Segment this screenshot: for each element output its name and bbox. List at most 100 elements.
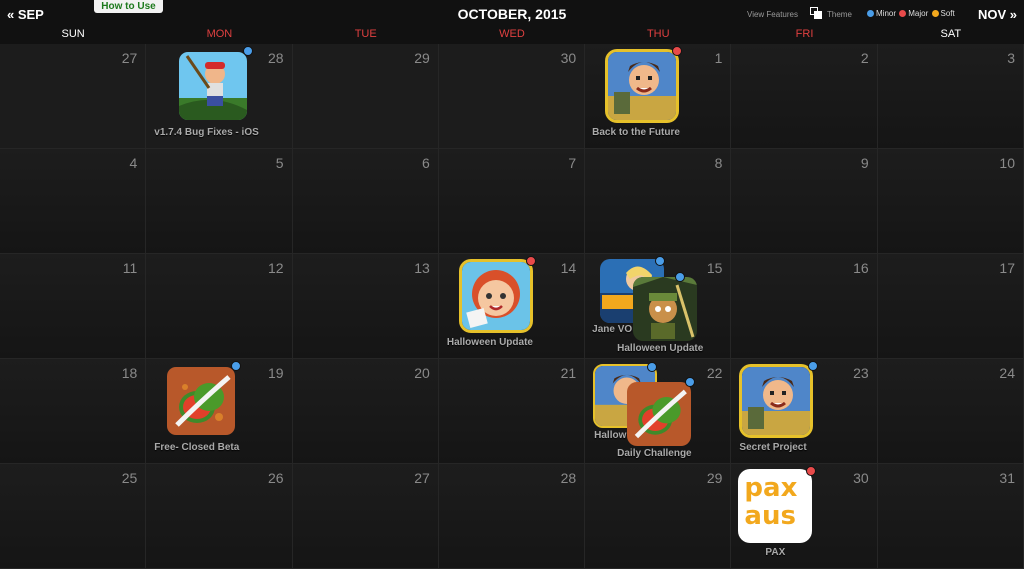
day-cell[interactable]: 7 xyxy=(438,149,586,254)
day-cell[interactable]: 25 xyxy=(0,464,147,569)
day-cell[interactable]: 8 xyxy=(585,149,732,254)
girl-character-app-icon xyxy=(458,259,533,333)
minor-dot-icon xyxy=(867,10,874,17)
day-number: 27 xyxy=(121,50,138,66)
day-cell[interactable]: 16 xyxy=(731,254,878,359)
event-back-to-the-future[interactable]: Back to the Future xyxy=(585,44,731,148)
fruit-ninja-app-icon xyxy=(627,382,692,446)
day-cell[interactable]: 12 xyxy=(146,254,293,359)
major-dot-icon xyxy=(899,10,907,17)
event-free-closed-beta[interactable]: Free- Closed Beta xyxy=(146,359,292,463)
day-cell[interactable]: 21 xyxy=(438,359,586,464)
day-cell[interactable]: 28 xyxy=(438,464,586,569)
day-cell[interactable]: 18 xyxy=(0,359,147,464)
prev-month-link[interactable]: « SEP xyxy=(7,7,44,22)
day-number: 6 xyxy=(422,155,430,171)
day-number: 29 xyxy=(706,470,723,486)
day-number: 31 xyxy=(999,470,1015,486)
pax-aus-logo-icon: pax aus xyxy=(738,469,813,543)
day-number: 24 xyxy=(999,365,1015,381)
event-label: Free- Closed Beta xyxy=(154,442,240,453)
event-label: Secret Project xyxy=(739,442,807,453)
day-cell[interactable]: 6 xyxy=(292,149,439,254)
day-cell[interactable]: 24 xyxy=(877,359,1024,464)
jetpack-joyride-app-icon xyxy=(605,49,680,123)
day-cell[interactable]: 2 xyxy=(731,44,878,149)
day-cell[interactable]: 27 xyxy=(292,464,439,569)
event-label: PAX xyxy=(765,547,786,558)
event-halloween-update[interactable]: Halloween Update xyxy=(615,269,731,358)
day-number: 25 xyxy=(121,470,138,486)
day-cell[interactable]: 31 xyxy=(877,464,1024,569)
soft-dot-icon xyxy=(931,10,939,17)
day-cell[interactable]: 10 xyxy=(877,149,1024,254)
day-cell[interactable]: 29 xyxy=(585,464,732,569)
day-cell[interactable]: 26 xyxy=(146,464,293,569)
day-number: 26 xyxy=(267,470,284,486)
day-cell[interactable]: 1 Back to the Future xyxy=(585,44,732,149)
calendar-header: « SEP How to Use OCTOBER, 2015 View Feat… xyxy=(0,0,1024,28)
legend-soft: Soft xyxy=(940,9,955,18)
day-cell[interactable]: 23 Secret Project xyxy=(731,359,878,464)
pax-logo-text-bottom: aus xyxy=(744,501,796,531)
day-cell[interactable]: 20 xyxy=(292,359,439,464)
day-cell[interactable]: 4 xyxy=(0,149,147,254)
weekday-tue: TUE xyxy=(354,28,377,40)
day-cell[interactable]: 13 xyxy=(292,254,439,359)
event-label: Halloween Update xyxy=(617,343,704,354)
day-number: 30 xyxy=(560,50,577,66)
event-label: v1.7.4 Bug Fixes - iOS xyxy=(154,127,259,138)
day-cell[interactable]: 28 v1.7.4 Bug Fixes - iOS xyxy=(146,44,293,149)
day-cell[interactable]: 29 xyxy=(292,44,439,149)
event-bug-fixes[interactable]: v1.7.4 Bug Fixes - iOS xyxy=(146,44,292,148)
day-number: 27 xyxy=(414,470,430,486)
legend: Minor Major Soft xyxy=(866,9,955,18)
view-features-link[interactable]: View Features xyxy=(747,10,798,19)
day-cell[interactable]: 15 Jane VO Halloween Update xyxy=(585,254,732,359)
pitfall-app-icon xyxy=(176,49,250,123)
day-number: 29 xyxy=(414,50,430,66)
theme-icon xyxy=(810,7,822,19)
day-cell[interactable]: 30 xyxy=(438,44,586,149)
legend-major: Major xyxy=(908,9,929,18)
weekday-sun: SUN xyxy=(61,28,85,40)
major-marker-icon xyxy=(806,466,817,476)
jetpack-joyride-app-icon xyxy=(739,364,814,438)
day-number: 9 xyxy=(860,155,869,171)
event-halloween-update[interactable]: Halloween Update xyxy=(439,254,585,358)
day-number: 18 xyxy=(121,365,138,381)
day-cell[interactable]: 27 xyxy=(0,44,147,149)
minor-marker-icon xyxy=(231,361,242,371)
day-cell[interactable]: 19 Free- Closed Beta xyxy=(146,359,293,464)
day-cell[interactable]: 3 xyxy=(877,44,1024,149)
day-cell[interactable]: 17 xyxy=(877,254,1024,359)
event-label: Back to the Future xyxy=(592,127,680,138)
weekday-fri: FRI xyxy=(795,28,814,40)
event-secret-project[interactable]: Secret Project xyxy=(731,359,877,463)
major-marker-icon xyxy=(525,256,536,266)
day-number: 13 xyxy=(414,260,430,276)
event-pax[interactable]: pax aus PAX xyxy=(731,464,877,568)
legend-minor: Minor xyxy=(876,9,897,18)
day-number: 11 xyxy=(122,260,138,276)
weekday-wed: WED xyxy=(499,28,525,40)
calendar-grid: 27 28 v1.7.4 Bug Fixes - iOS 29 30 1 Bac… xyxy=(0,44,1024,569)
weekday-sat: SAT xyxy=(940,28,962,40)
pax-logo-text-top: pax xyxy=(744,473,798,503)
event-daily-challenge[interactable]: Daily Challenge xyxy=(615,374,731,463)
event-label: Daily Challenge xyxy=(617,448,692,459)
day-cell[interactable]: 11 xyxy=(0,254,147,359)
theme-label: Theme xyxy=(827,10,852,19)
day-cell[interactable]: 5 xyxy=(146,149,293,254)
day-cell[interactable]: 22 Hallow Daily Challenge xyxy=(585,359,732,464)
next-month-link[interactable]: NOV » xyxy=(978,7,1017,22)
day-number: 7 xyxy=(568,155,577,171)
day-cell[interactable]: 14 Halloween Update xyxy=(438,254,586,359)
major-marker-icon xyxy=(672,46,683,56)
minor-marker-icon xyxy=(808,361,819,371)
day-cell[interactable]: 9 xyxy=(731,149,878,254)
day-number: 17 xyxy=(999,260,1015,276)
day-cell[interactable]: 30 pax aus PAX xyxy=(731,464,878,569)
day-number: 20 xyxy=(414,365,430,381)
how-to-use-button[interactable]: How to Use xyxy=(94,0,163,13)
